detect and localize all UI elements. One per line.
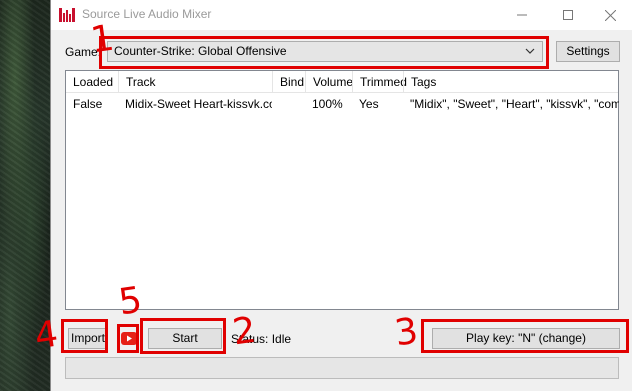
column-header-trimmed[interactable]: Trimmed [352, 71, 407, 93]
app-window: Source Live Audio Mixer Game: Counter-St… [32, 0, 632, 391]
app-logo-icon [59, 8, 75, 22]
maximize-icon [563, 10, 573, 20]
column-header-tags[interactable]: Tags [403, 71, 619, 93]
status-bar [65, 357, 619, 379]
cell-volume: 100% [312, 97, 343, 111]
annotation-box-5 [117, 324, 139, 353]
close-icon [604, 9, 616, 21]
annotation-number-2: 2 [230, 309, 259, 354]
minimize-button[interactable] [499, 0, 545, 30]
annotation-number-5: 5 [116, 279, 145, 324]
table-row[interactable]: False Midix-Sweet Heart-kissvk.com 100% … [66, 95, 619, 113]
maximize-button[interactable] [545, 0, 591, 30]
cell-trimmed: Yes [359, 97, 379, 111]
column-header-loaded[interactable]: Loaded [66, 71, 118, 93]
close-button[interactable] [587, 0, 632, 30]
annotation-number-1: 1 [88, 17, 117, 62]
cell-bind [272, 95, 305, 113]
minimize-icon [517, 14, 527, 16]
annotation-box-2 [140, 318, 226, 354]
annotation-number-3: 3 [392, 310, 421, 355]
column-header-bind[interactable]: Bind [272, 71, 305, 93]
cell-track: Midix-Sweet Heart-kissvk.com [125, 97, 272, 111]
cell-loaded: False [73, 97, 103, 111]
column-header-volume[interactable]: Volume [305, 71, 353, 93]
column-header-track[interactable]: Track [118, 71, 272, 93]
track-list[interactable]: Loaded Track Bind Volume Trimmed Tags Fa… [65, 70, 619, 310]
cell-tags: "Midix", "Sweet", "Heart", "kissvk", "co… [410, 97, 619, 111]
track-list-header: Loaded Track Bind Volume Trimmed Tags [66, 71, 618, 93]
annotation-box-1 [99, 36, 549, 69]
annotation-number-4: 4 [32, 313, 61, 358]
annotation-box-4 [61, 319, 108, 353]
annotation-box-3 [421, 319, 629, 353]
title-bar: Source Live Audio Mixer [51, 0, 632, 30]
settings-button[interactable]: Settings [556, 41, 620, 62]
